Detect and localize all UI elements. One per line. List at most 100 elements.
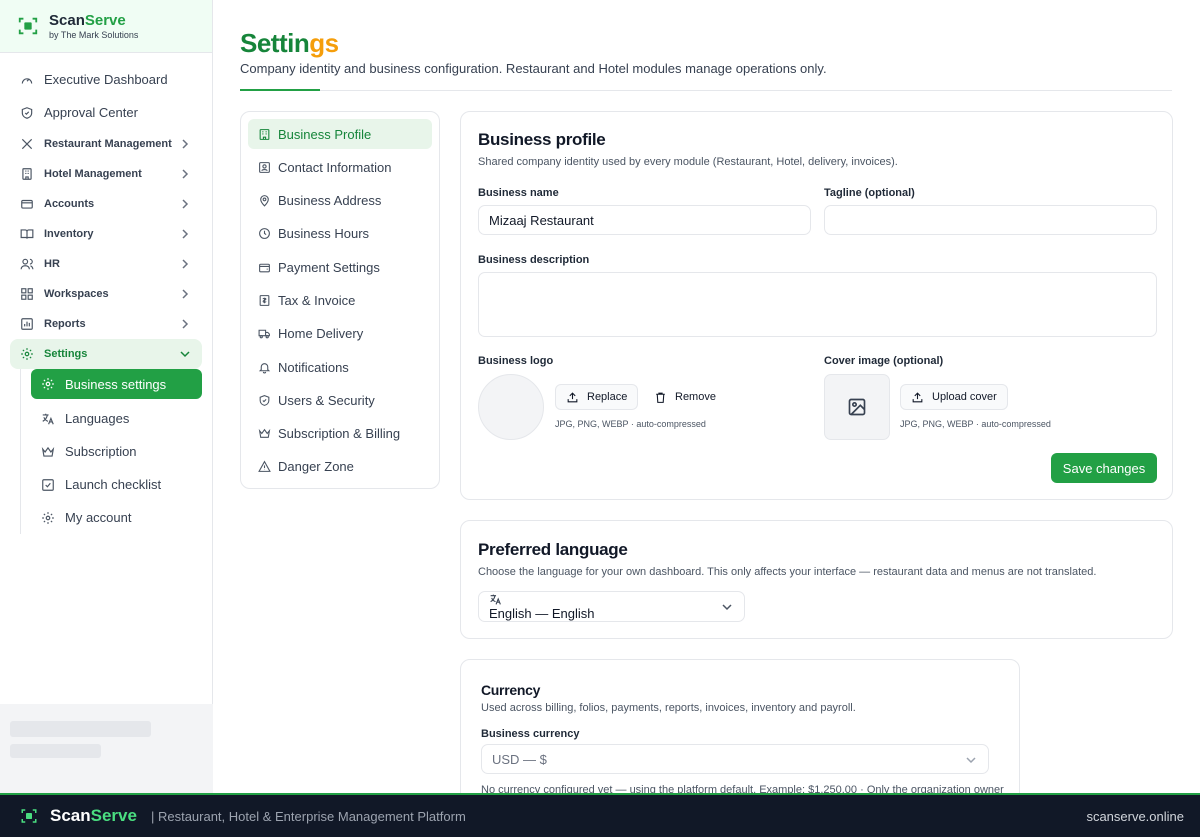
grid-icon xyxy=(21,288,33,300)
tagline-input[interactable] xyxy=(824,205,1157,235)
footer-tagline: | Restaurant, Hotel & Enterprise Managem… xyxy=(150,808,466,824)
brand-subtitle: by The Mark Solutions xyxy=(49,29,139,40)
sidebar-item-approval-center[interactable]: Approval Center xyxy=(10,96,202,129)
skeleton-line xyxy=(10,744,101,758)
sidebar-footer-skeleton xyxy=(0,704,213,793)
chevron-down-icon xyxy=(966,757,976,764)
sidebar-item-workspaces[interactable]: Workspaces xyxy=(10,279,202,309)
menu-item-danger-zone[interactable]: Danger Zone xyxy=(248,452,432,482)
chevron-right-icon xyxy=(182,319,189,329)
preferred-language-card: Preferred language Choose the language f… xyxy=(460,520,1173,639)
save-changes-button[interactable]: Save changes xyxy=(1051,453,1157,483)
business-name-input[interactable]: Mizaaj Restaurant xyxy=(478,205,811,235)
replace-logo-button[interactable]: Replace xyxy=(555,384,639,410)
currency-note: No currency configured yet — using the p… xyxy=(481,784,1004,793)
sidebar-item-settings[interactable]: Settings xyxy=(10,339,202,369)
business-description-textarea[interactable] xyxy=(478,272,1157,337)
settings-menu: Business Profile Contact Information Bus… xyxy=(240,111,440,489)
language-select[interactable]: English — English xyxy=(478,591,745,622)
clock-icon xyxy=(259,228,270,240)
gear-icon xyxy=(42,511,54,524)
skeleton-line xyxy=(10,721,151,737)
warning-triangle-icon xyxy=(258,460,271,473)
chevron-down-icon xyxy=(722,604,732,611)
sidebar-item-languages[interactable]: Languages xyxy=(31,402,202,435)
wallet-icon xyxy=(259,263,270,273)
sidebar-item-launch-checklist[interactable]: Launch checklist xyxy=(31,468,202,501)
tagline-label: Tagline (optional) xyxy=(824,187,915,199)
sidebar-nav: Executive Dashboard Approval Center Rest… xyxy=(0,53,212,534)
main-content: Settings Company identity and business c… xyxy=(213,0,1200,793)
chevron-right-icon xyxy=(182,199,189,209)
sidebar-item-accounts[interactable]: Accounts xyxy=(10,189,202,219)
footer-bar: ScanServe | Restaurant, Hotel & Enterpri… xyxy=(0,793,1200,837)
sidebar-item-executive-dashboard[interactable]: Executive Dashboard xyxy=(10,63,202,96)
business-logo-label: Business logo xyxy=(478,355,554,367)
building-icon xyxy=(259,128,270,140)
footer-brand-name: ScanServe xyxy=(50,806,137,825)
business-profile-description: Shared company identity used by every mo… xyxy=(478,156,898,168)
sidebar-item-reports[interactable]: Reports xyxy=(10,309,202,339)
menu-item-business-hours[interactable]: Business Hours xyxy=(248,219,432,249)
currency-select-value: USD — $ xyxy=(492,751,547,767)
image-icon xyxy=(848,398,866,416)
bell-icon xyxy=(258,362,271,374)
bar-chart-icon xyxy=(21,318,33,330)
settings-subnav: Business settings Languages Subscription… xyxy=(20,369,202,534)
contact-card-icon xyxy=(259,161,270,173)
trash-icon xyxy=(656,392,665,403)
truck-icon xyxy=(258,329,270,339)
shield-check-icon xyxy=(259,394,270,406)
menu-item-home-delivery[interactable]: Home Delivery xyxy=(248,319,432,349)
page-subtitle: Company identity and business configurat… xyxy=(240,61,827,76)
remove-logo-button[interactable]: Remove xyxy=(643,384,727,410)
preferred-language-title: Preferred language xyxy=(478,540,628,559)
business-profile-card: Business profile Shared company identity… xyxy=(460,111,1173,500)
title-underline xyxy=(240,89,320,91)
menu-item-users-security[interactable]: Users & Security xyxy=(248,385,432,415)
menu-item-business-profile[interactable]: Business Profile xyxy=(248,119,432,149)
crown-icon xyxy=(258,428,271,439)
sidebar-item-hr[interactable]: HR xyxy=(10,249,202,279)
business-profile-title: Business profile xyxy=(478,130,606,149)
currency-description: Used across billing, folios, payments, r… xyxy=(481,702,856,714)
menu-item-payment-settings[interactable]: Payment Settings xyxy=(248,252,432,282)
gear-icon xyxy=(21,348,33,360)
upload-cover-button[interactable]: Upload cover xyxy=(900,384,1008,410)
users-icon xyxy=(20,258,34,270)
cover-preview[interactable] xyxy=(824,374,890,440)
chevron-right-icon xyxy=(182,289,189,299)
translate-icon xyxy=(490,594,501,605)
language-select-value: English — English xyxy=(489,606,595,621)
menu-item-contact-information[interactable]: Contact Information xyxy=(248,152,432,182)
preferred-language-description: Choose the language for your own dashboa… xyxy=(478,566,1097,578)
sidebar-item-business-settings[interactable]: Business settings xyxy=(31,369,202,399)
chevron-right-icon xyxy=(182,229,189,239)
receipt-icon xyxy=(259,295,270,306)
currency-select[interactable]: USD — $ xyxy=(481,744,989,774)
utensils-icon xyxy=(21,138,33,150)
menu-item-business-address[interactable]: Business Address xyxy=(248,186,432,216)
sidebar-item-restaurant-management[interactable]: Restaurant Management xyxy=(10,129,202,159)
upload-icon xyxy=(567,391,578,402)
sidebar-item-hotel-management[interactable]: Hotel Management xyxy=(10,159,202,189)
gauge-icon xyxy=(21,77,33,84)
chevron-down-icon xyxy=(180,351,190,358)
chevron-right-icon xyxy=(182,169,189,179)
sidebar-item-my-account[interactable]: My account xyxy=(31,501,202,534)
sidebar-item-inventory[interactable]: Inventory xyxy=(10,219,202,249)
menu-item-tax-invoice[interactable]: Tax & Invoice xyxy=(248,285,432,315)
currency-title: Currency xyxy=(481,682,541,698)
chevron-right-icon xyxy=(182,259,189,269)
footer-site-link[interactable]: scanserve.online xyxy=(1086,809,1184,824)
book-open-icon xyxy=(20,229,34,239)
menu-item-subscription-billing[interactable]: Subscription & Billing xyxy=(248,419,432,449)
scan-logo-icon xyxy=(21,809,37,823)
currency-card: Currency Used across billing, folios, pa… xyxy=(460,659,1020,793)
checkbox-icon xyxy=(42,478,54,491)
menu-item-notifications[interactable]: Notifications xyxy=(248,352,432,382)
logo-preview[interactable] xyxy=(478,374,544,440)
gear-icon xyxy=(42,378,54,390)
sidebar-item-subscription[interactable]: Subscription xyxy=(31,435,202,468)
brand-header[interactable]: ScanServe by The Mark Solutions xyxy=(0,0,212,53)
